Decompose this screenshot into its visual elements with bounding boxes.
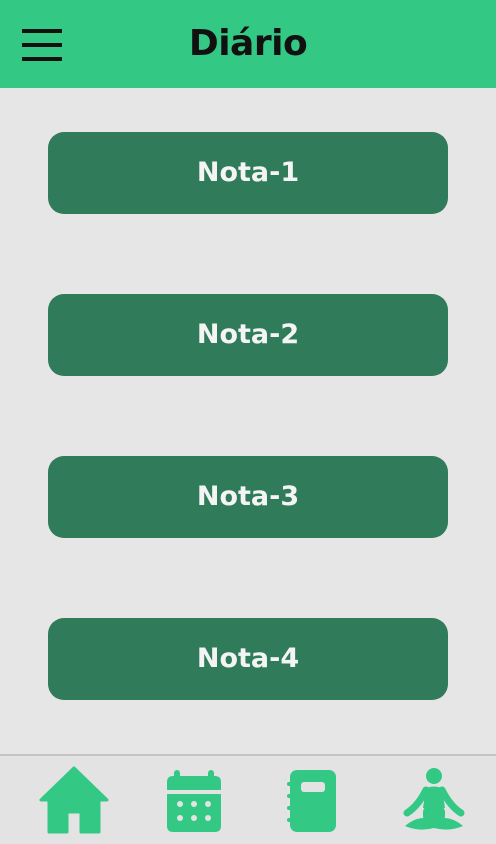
app-header: Diário	[0, 0, 496, 88]
note-button-1[interactable]: Nota-1	[48, 132, 448, 214]
page-title: Diário	[188, 23, 308, 64]
home-icon[interactable]	[39, 766, 109, 836]
calendar-icon[interactable]	[159, 766, 229, 836]
meditation-icon[interactable]	[399, 766, 469, 836]
bottom-navigation	[0, 754, 496, 844]
note-button-4[interactable]: Nota-4	[48, 618, 448, 700]
notebook-icon[interactable]	[278, 766, 348, 836]
note-button-3[interactable]: Nota-3	[48, 456, 448, 538]
note-button-2[interactable]: Nota-2	[48, 294, 448, 376]
